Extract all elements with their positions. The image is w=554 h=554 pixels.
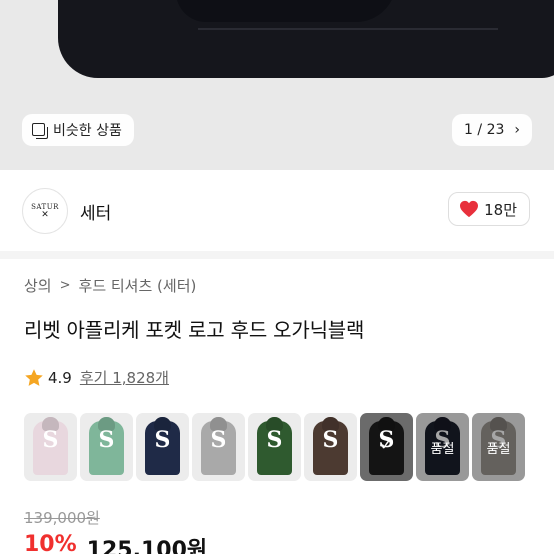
hoodie-photo bbox=[58, 0, 554, 78]
copy-icon bbox=[32, 122, 48, 139]
image-pager-button[interactable]: 1 / 23 › bbox=[452, 114, 532, 146]
color-swatch[interactable]: S bbox=[248, 413, 301, 481]
sold-out-label: 품절 bbox=[416, 413, 469, 481]
check-icon: ✓ bbox=[379, 435, 394, 455]
like-count: 18만 bbox=[484, 200, 517, 219]
hoodie-hem bbox=[198, 28, 498, 30]
shop-logo-mark: ✕ bbox=[41, 209, 49, 220]
breadcrumb-separator-icon: > bbox=[59, 278, 71, 293]
product-title: 리벳 아플리케 포켓 로고 후드 오가닉블랙 bbox=[24, 318, 365, 342]
similar-products-button[interactable]: 비슷한 상품 bbox=[22, 114, 134, 146]
breadcrumb-subcategory[interactable]: 후드 티셔츠 (세터) bbox=[79, 275, 197, 296]
hoodie-logo-letter: S bbox=[42, 427, 59, 453]
shop-row: SATUR ✕ 세터 18만 bbox=[0, 186, 554, 236]
hoodie-logo-letter: S bbox=[322, 427, 339, 453]
breadcrumb-category[interactable]: 상의 bbox=[24, 275, 52, 296]
shop-name[interactable]: 세터 bbox=[80, 199, 111, 224]
original-price: 139,000원 bbox=[24, 509, 100, 527]
section-divider bbox=[0, 251, 554, 259]
rating-value: 4.9 bbox=[48, 368, 72, 387]
image-pager-count: 1 / 23 bbox=[464, 122, 505, 138]
color-swatch[interactable]: S bbox=[80, 413, 133, 481]
color-swatch[interactable]: S bbox=[24, 413, 77, 481]
price-row: 10% 125,100원 bbox=[24, 532, 207, 554]
like-button[interactable]: 18만 bbox=[448, 192, 530, 226]
hoodie-logo-letter: S bbox=[98, 427, 115, 453]
color-swatch[interactable]: S ✓ bbox=[360, 413, 413, 481]
final-price: 125,100원 bbox=[86, 538, 208, 554]
hoodie-logo-letter: S bbox=[210, 427, 227, 453]
breadcrumb: 상의 > 후드 티셔츠 (세터) bbox=[24, 275, 196, 296]
discount-rate: 10% bbox=[24, 532, 77, 554]
hoodie-logo-letter: S bbox=[154, 427, 171, 453]
hoodie-logo-letter: S bbox=[266, 427, 283, 453]
shop-logo[interactable]: SATUR ✕ bbox=[22, 188, 68, 234]
similar-products-label: 비슷한 상품 bbox=[53, 123, 122, 139]
review-count-link[interactable]: 후기 1,828개 bbox=[80, 367, 169, 388]
color-swatch[interactable]: S bbox=[136, 413, 189, 481]
color-swatch[interactable]: S bbox=[304, 413, 357, 481]
color-swatch[interactable]: S 품절 bbox=[472, 413, 525, 481]
hoodie-sleeve bbox=[176, 0, 396, 22]
star-icon bbox=[25, 368, 43, 386]
heart-icon bbox=[460, 200, 479, 218]
rating-row: 4.9 후기 1,828개 bbox=[24, 367, 169, 388]
product-image[interactable]: 비슷한 상품 1 / 23 › bbox=[0, 0, 554, 170]
color-swatch[interactable]: S bbox=[192, 413, 245, 481]
color-options: S S S S S S S ✓ S 품절 S 품절 bbox=[24, 413, 525, 481]
color-swatch[interactable]: S 품절 bbox=[416, 413, 469, 481]
chevron-right-icon: › bbox=[514, 122, 520, 138]
sold-out-label: 품절 bbox=[472, 413, 525, 481]
